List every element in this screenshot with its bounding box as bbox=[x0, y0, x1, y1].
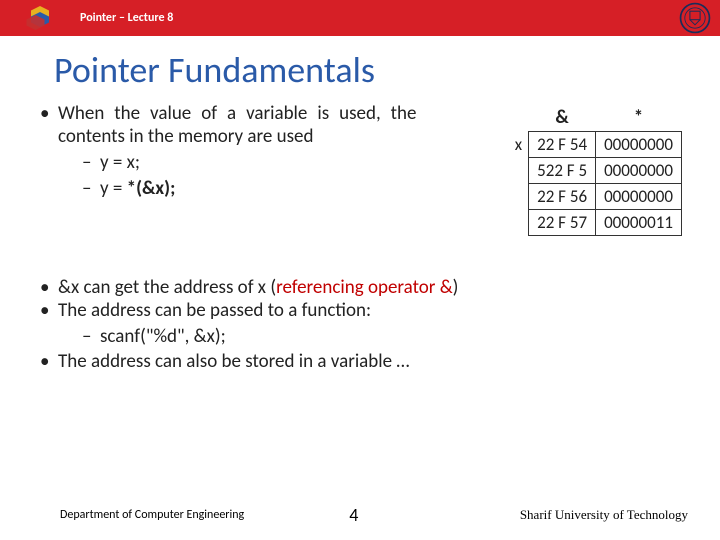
header-logo bbox=[0, 0, 80, 36]
bullet-2-red: referencing operator & bbox=[276, 276, 453, 299]
sub-bullet-1a: y = x; bbox=[58, 150, 416, 176]
table-row: 22 F 57 00000011 bbox=[507, 210, 682, 236]
cell-val: 00000000 bbox=[596, 158, 682, 184]
cell-val: 00000000 bbox=[596, 184, 682, 210]
page-title: Pointer Fundamentals bbox=[54, 48, 720, 92]
sub-1b-pre: y = bbox=[100, 177, 127, 200]
memory-table: & * x 22 F 54 00000000 522 F 5 00000000 … bbox=[507, 106, 682, 236]
university-seal bbox=[678, 1, 712, 35]
breadcrumb: Pointer – Lecture 8 bbox=[80, 11, 173, 25]
table-row: x 22 F 54 00000000 bbox=[507, 132, 682, 158]
table-row: 522 F 5 00000000 bbox=[507, 158, 682, 184]
puzzle-icon bbox=[23, 3, 57, 33]
slide-footer: Department of Computer Engineering 4 Sha… bbox=[0, 504, 720, 526]
row-label-empty bbox=[507, 210, 529, 236]
cell-val: 00000000 bbox=[596, 132, 682, 158]
row-label-empty bbox=[507, 184, 529, 210]
bullet-4: The address can also be stored in a vari… bbox=[36, 350, 692, 373]
row-label-x: x bbox=[507, 132, 529, 158]
row-label-empty bbox=[507, 158, 529, 184]
sub-1b-bold: *(&x); bbox=[127, 177, 176, 200]
table-row: 22 F 56 00000000 bbox=[507, 184, 682, 210]
footer-page: 4 bbox=[349, 504, 358, 526]
bullet-1-text: When the value of a variable is used, th… bbox=[58, 102, 416, 148]
table-header-addr: & bbox=[529, 106, 596, 132]
sub-bullet-1b: y = *(&x); bbox=[58, 176, 416, 202]
cell-addr: 22 F 57 bbox=[529, 210, 596, 236]
bullet-2: &x can get the address of x (referencing… bbox=[36, 276, 692, 299]
cell-val: 00000011 bbox=[596, 210, 682, 236]
bullet-3-text: The address can be passed to a function: bbox=[58, 299, 371, 322]
cell-addr: 522 F 5 bbox=[529, 158, 596, 184]
cell-addr: 22 F 54 bbox=[529, 132, 596, 158]
bullet-2-post: ) bbox=[453, 276, 459, 299]
table-corner bbox=[507, 106, 529, 132]
bullet-2-pre: &x can get the address of x ( bbox=[58, 276, 276, 299]
slide-header: Pointer – Lecture 8 bbox=[0, 0, 720, 36]
slide-content: When the value of a variable is used, th… bbox=[0, 102, 720, 373]
seal-icon bbox=[678, 1, 712, 35]
bullet-1: When the value of a variable is used, th… bbox=[36, 102, 416, 201]
memory-table-wrap: & * x 22 F 54 00000000 522 F 5 00000000 … bbox=[416, 102, 692, 236]
cell-addr: 22 F 56 bbox=[529, 184, 596, 210]
footer-dept: Department of Computer Engineering bbox=[60, 508, 244, 522]
table-header-val: * bbox=[596, 106, 682, 132]
footer-university: Sharif University of Technology bbox=[520, 507, 688, 523]
sub-bullet-3a: scanf("%d", &x); bbox=[58, 324, 692, 350]
bullet-3: The address can be passed to a function:… bbox=[36, 299, 692, 350]
